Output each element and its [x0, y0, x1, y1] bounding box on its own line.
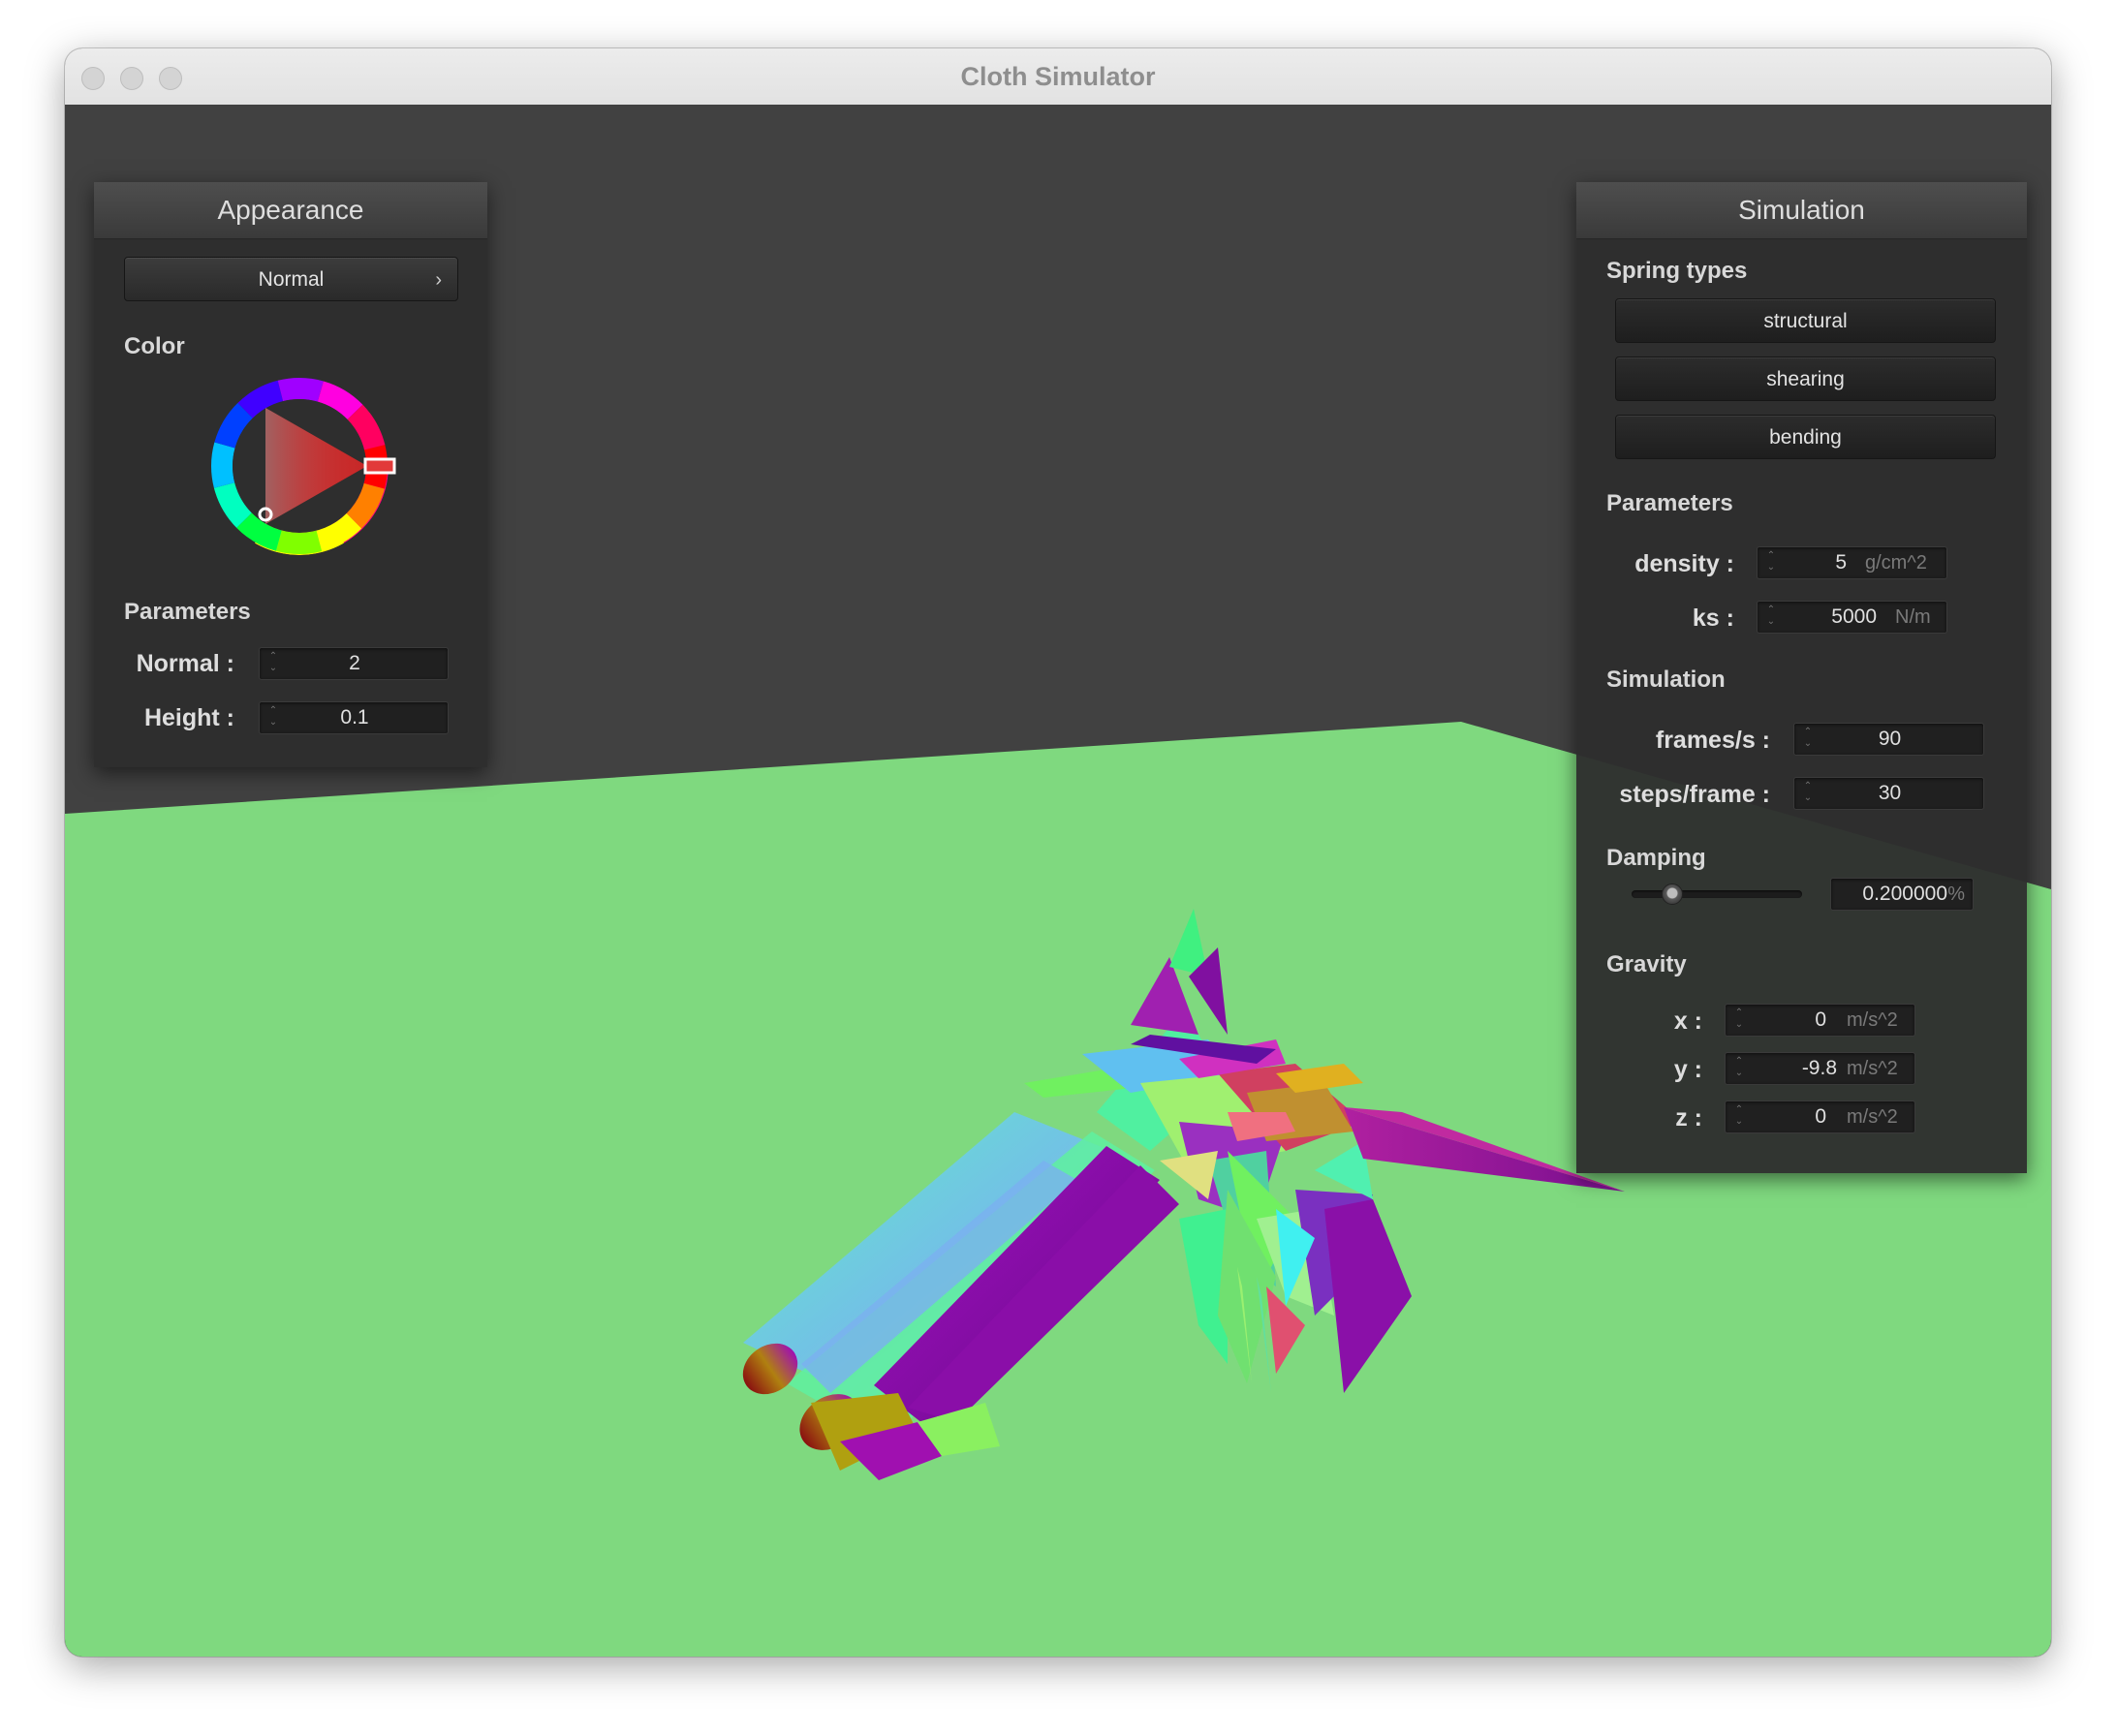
gravity-x-input[interactable]: ⌃ ⌄ 0 m/s^2 — [1725, 1004, 1915, 1037]
gravity-z-label: z : — [1675, 1104, 1702, 1132]
app-window: Cloth Simulator Appearance Normal › Colo… — [65, 48, 2051, 1657]
appearance-panel-header[interactable]: Appearance — [94, 182, 487, 239]
stepper-arrows-icon[interactable]: ⌃ ⌄ — [1733, 1104, 1745, 1130]
simulation-panel: Simulation Spring types structural shear… — [1576, 182, 2027, 1173]
title-bar: Cloth Simulator — [65, 48, 2051, 106]
height-value: 0.1 — [340, 706, 369, 728]
damping-slider[interactable] — [1632, 884, 1802, 905]
gravity-x-label: x : — [1673, 1008, 1702, 1035]
density-value: 5 — [1835, 551, 1847, 574]
frames-per-sec-label: frames/s : — [1655, 727, 1770, 754]
stepper-arrows-icon[interactable]: ⌃ ⌄ — [1765, 604, 1777, 630]
3d-viewport[interactable]: Appearance Normal › Color Parameters Nor… — [65, 105, 2051, 1657]
normal-label: Normal : — [136, 650, 234, 677]
density-unit: g/cm^2 — [1865, 552, 1927, 574]
frames-per-sec-value: 90 — [1878, 728, 1902, 750]
hue-marker[interactable] — [363, 457, 396, 475]
color-wheel[interactable] — [202, 369, 396, 563]
gravity-y-value: -9.8 — [1801, 1057, 1837, 1079]
simulation-section-label: Simulation — [1606, 666, 1726, 693]
gravity-label: Gravity — [1606, 951, 1687, 977]
stepper-arrows-icon[interactable]: ⌃ ⌄ — [1733, 1008, 1745, 1033]
gravity-x-unit: m/s^2 — [1847, 1009, 1898, 1031]
damping-unit: % — [1947, 884, 1965, 905]
density-input[interactable]: ⌃ ⌄ 5 g/cm^2 — [1757, 546, 1947, 579]
gravity-z-value: 0 — [1815, 1105, 1826, 1128]
frames-per-sec-input[interactable]: ⌃ ⌄ 90 — [1793, 723, 1984, 756]
normal-value: 2 — [349, 652, 360, 674]
window-title: Cloth Simulator — [960, 62, 1156, 91]
damping-label: Damping — [1606, 845, 1706, 871]
structural-spring-button[interactable]: structural — [1615, 298, 1996, 343]
stepper-arrows-icon[interactable]: ⌃ ⌄ — [1765, 550, 1777, 575]
shader-dropdown-value: Normal — [258, 268, 325, 291]
gravity-z-unit: m/s^2 — [1847, 1106, 1898, 1128]
gravity-y-label: y : — [1673, 1056, 1702, 1083]
ks-value: 5000 — [1831, 605, 1877, 628]
spring-types-label: Spring types — [1606, 258, 1748, 284]
shearing-spring-button[interactable]: shearing — [1615, 356, 1996, 401]
height-label: Height : — [143, 704, 234, 731]
ks-unit: N/m — [1895, 606, 1931, 628]
chevron-right-icon: › — [435, 269, 442, 291]
normal-input[interactable]: ⌃ ⌄ 2 — [259, 647, 449, 680]
gravity-x-value: 0 — [1815, 1008, 1826, 1031]
damping-slider-track — [1632, 890, 1802, 898]
simulation-panel-header[interactable]: Simulation — [1576, 182, 2027, 239]
damping-input[interactable]: 0.200000 % — [1830, 878, 1974, 911]
appearance-parameters-label: Parameters — [124, 599, 251, 625]
steps-per-frame-value: 30 — [1878, 782, 1902, 804]
color-label: Color — [124, 333, 185, 359]
appearance-panel: Appearance Normal › Color Parameters Nor… — [94, 182, 487, 767]
simulation-parameters-label: Parameters — [1606, 490, 1733, 516]
ks-input[interactable]: ⌃ ⌄ 5000 N/m — [1757, 601, 1947, 634]
height-input[interactable]: ⌃ ⌄ 0.1 — [259, 701, 449, 734]
gravity-y-unit: m/s^2 — [1847, 1058, 1898, 1079]
shader-dropdown[interactable]: Normal › — [124, 257, 458, 301]
gravity-z-input[interactable]: ⌃ ⌄ 0 m/s^2 — [1725, 1100, 1915, 1133]
gravity-y-input[interactable]: ⌃ ⌄ -9.8 m/s^2 — [1725, 1052, 1915, 1085]
ks-label: ks : — [1692, 604, 1734, 632]
steps-per-frame-input[interactable]: ⌃ ⌄ 30 — [1793, 777, 1984, 810]
damping-value: 0.200000 — [1862, 883, 1947, 905]
bending-spring-button[interactable]: bending — [1615, 415, 1996, 459]
stepper-arrows-icon[interactable]: ⌃ ⌄ — [1733, 1056, 1745, 1081]
density-label: density : — [1634, 550, 1734, 577]
steps-per-frame-label: steps/frame : — [1619, 781, 1770, 808]
damping-slider-knob[interactable] — [1662, 884, 1683, 905]
